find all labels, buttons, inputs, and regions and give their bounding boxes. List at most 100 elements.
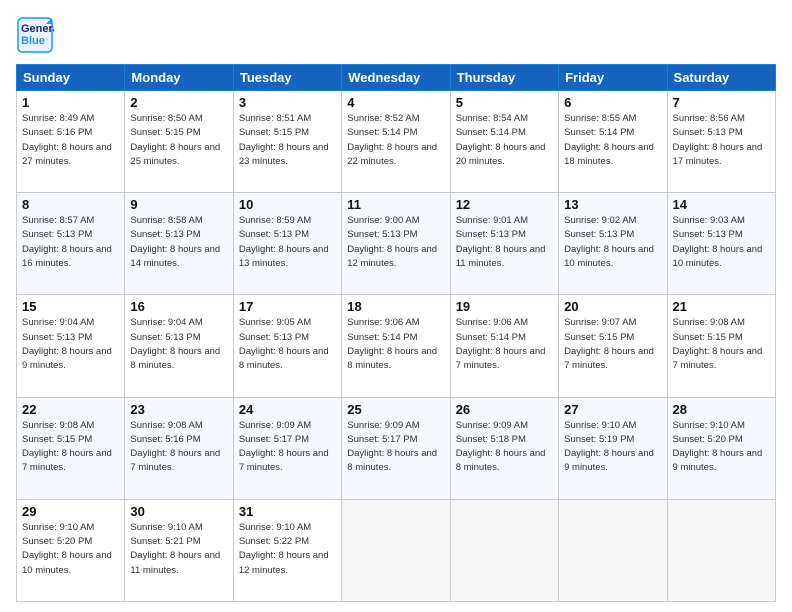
sunrise-label: Sunrise: 9:10 AM <box>673 420 745 431</box>
daylight-label: Daylight: 8 hours and 8 minutes. <box>347 448 437 473</box>
daylight-label: Daylight: 8 hours and 17 minutes. <box>673 142 763 167</box>
sunset-label: Sunset: 5:14 PM <box>347 127 417 138</box>
calendar-cell: 16 Sunrise: 9:04 AM Sunset: 5:13 PM Dayl… <box>125 295 233 397</box>
day-info: Sunrise: 9:10 AM Sunset: 5:22 PM Dayligh… <box>239 521 336 578</box>
sunset-label: Sunset: 5:14 PM <box>347 332 417 343</box>
day-number: 26 <box>456 402 553 417</box>
daylight-label: Daylight: 8 hours and 8 minutes. <box>347 346 437 371</box>
day-info: Sunrise: 8:57 AM Sunset: 5:13 PM Dayligh… <box>22 214 119 271</box>
calendar-cell: 20 Sunrise: 9:07 AM Sunset: 5:15 PM Dayl… <box>559 295 667 397</box>
daylight-label: Daylight: 8 hours and 8 minutes. <box>456 448 546 473</box>
sunrise-label: Sunrise: 9:08 AM <box>673 317 745 328</box>
day-number: 13 <box>564 197 661 212</box>
sunrise-label: Sunrise: 8:59 AM <box>239 215 311 226</box>
sunset-label: Sunset: 5:13 PM <box>130 229 200 240</box>
sunrise-label: Sunrise: 8:55 AM <box>564 113 636 124</box>
sunrise-label: Sunrise: 9:05 AM <box>239 317 311 328</box>
sunrise-label: Sunrise: 8:51 AM <box>239 113 311 124</box>
daylight-label: Daylight: 8 hours and 11 minutes. <box>130 550 220 575</box>
sunrise-label: Sunrise: 9:10 AM <box>130 522 202 533</box>
sunrise-label: Sunrise: 9:09 AM <box>347 420 419 431</box>
day-number: 30 <box>130 504 227 519</box>
day-info: Sunrise: 8:52 AM Sunset: 5:14 PM Dayligh… <box>347 112 444 169</box>
day-number: 27 <box>564 402 661 417</box>
weekday-header: Monday <box>125 65 233 91</box>
sunset-label: Sunset: 5:13 PM <box>673 229 743 240</box>
daylight-label: Daylight: 8 hours and 9 minutes. <box>673 448 763 473</box>
calendar-cell: 28 Sunrise: 9:10 AM Sunset: 5:20 PM Dayl… <box>667 397 775 499</box>
calendar-cell: 1 Sunrise: 8:49 AM Sunset: 5:16 PM Dayli… <box>17 91 125 193</box>
calendar-cell: 8 Sunrise: 8:57 AM Sunset: 5:13 PM Dayli… <box>17 193 125 295</box>
day-number: 25 <box>347 402 444 417</box>
weekday-header: Wednesday <box>342 65 450 91</box>
calendar-cell: 14 Sunrise: 9:03 AM Sunset: 5:13 PM Dayl… <box>667 193 775 295</box>
sunset-label: Sunset: 5:13 PM <box>239 332 309 343</box>
sunset-label: Sunset: 5:13 PM <box>564 229 634 240</box>
day-info: Sunrise: 9:08 AM Sunset: 5:15 PM Dayligh… <box>22 419 119 476</box>
day-number: 31 <box>239 504 336 519</box>
sunrise-label: Sunrise: 8:57 AM <box>22 215 94 226</box>
day-number: 6 <box>564 95 661 110</box>
day-info: Sunrise: 8:51 AM Sunset: 5:15 PM Dayligh… <box>239 112 336 169</box>
calendar-cell: 5 Sunrise: 8:54 AM Sunset: 5:14 PM Dayli… <box>450 91 558 193</box>
day-info: Sunrise: 8:54 AM Sunset: 5:14 PM Dayligh… <box>456 112 553 169</box>
daylight-label: Daylight: 8 hours and 9 minutes. <box>564 448 654 473</box>
page: General Blue SundayMondayTuesdayWednesda… <box>0 0 792 612</box>
sunset-label: Sunset: 5:13 PM <box>239 229 309 240</box>
sunrise-label: Sunrise: 9:09 AM <box>239 420 311 431</box>
sunset-label: Sunset: 5:15 PM <box>564 332 634 343</box>
sunrise-label: Sunrise: 9:10 AM <box>239 522 311 533</box>
sunrise-label: Sunrise: 9:01 AM <box>456 215 528 226</box>
calendar-cell: 31 Sunrise: 9:10 AM Sunset: 5:22 PM Dayl… <box>233 499 341 601</box>
calendar-cell <box>342 499 450 601</box>
sunset-label: Sunset: 5:17 PM <box>239 434 309 445</box>
daylight-label: Daylight: 8 hours and 18 minutes. <box>564 142 654 167</box>
calendar-cell: 4 Sunrise: 8:52 AM Sunset: 5:14 PM Dayli… <box>342 91 450 193</box>
daylight-label: Daylight: 8 hours and 20 minutes. <box>456 142 546 167</box>
sunrise-label: Sunrise: 9:09 AM <box>456 420 528 431</box>
day-number: 20 <box>564 299 661 314</box>
calendar-cell: 19 Sunrise: 9:06 AM Sunset: 5:14 PM Dayl… <box>450 295 558 397</box>
sunrise-label: Sunrise: 9:00 AM <box>347 215 419 226</box>
sunset-label: Sunset: 5:15 PM <box>22 434 92 445</box>
calendar-cell: 18 Sunrise: 9:06 AM Sunset: 5:14 PM Dayl… <box>342 295 450 397</box>
day-number: 10 <box>239 197 336 212</box>
day-info: Sunrise: 9:06 AM Sunset: 5:14 PM Dayligh… <box>456 316 553 373</box>
sunset-label: Sunset: 5:15 PM <box>130 127 200 138</box>
calendar-cell: 26 Sunrise: 9:09 AM Sunset: 5:18 PM Dayl… <box>450 397 558 499</box>
sunrise-label: Sunrise: 8:54 AM <box>456 113 528 124</box>
sunset-label: Sunset: 5:13 PM <box>130 332 200 343</box>
calendar-week-row: 1 Sunrise: 8:49 AM Sunset: 5:16 PM Dayli… <box>17 91 776 193</box>
calendar-week-row: 15 Sunrise: 9:04 AM Sunset: 5:13 PM Dayl… <box>17 295 776 397</box>
calendar-week-row: 22 Sunrise: 9:08 AM Sunset: 5:15 PM Dayl… <box>17 397 776 499</box>
day-number: 24 <box>239 402 336 417</box>
day-number: 29 <box>22 504 119 519</box>
day-info: Sunrise: 9:08 AM Sunset: 5:15 PM Dayligh… <box>673 316 770 373</box>
daylight-label: Daylight: 8 hours and 7 minutes. <box>564 346 654 371</box>
calendar-cell: 10 Sunrise: 8:59 AM Sunset: 5:13 PM Dayl… <box>233 193 341 295</box>
sunrise-label: Sunrise: 9:08 AM <box>22 420 94 431</box>
sunset-label: Sunset: 5:20 PM <box>673 434 743 445</box>
sunset-label: Sunset: 5:19 PM <box>564 434 634 445</box>
calendar-cell <box>450 499 558 601</box>
sunset-label: Sunset: 5:18 PM <box>456 434 526 445</box>
day-info: Sunrise: 9:10 AM Sunset: 5:20 PM Dayligh… <box>22 521 119 578</box>
day-info: Sunrise: 9:00 AM Sunset: 5:13 PM Dayligh… <box>347 214 444 271</box>
day-info: Sunrise: 9:03 AM Sunset: 5:13 PM Dayligh… <box>673 214 770 271</box>
day-info: Sunrise: 9:09 AM Sunset: 5:17 PM Dayligh… <box>239 419 336 476</box>
sunset-label: Sunset: 5:13 PM <box>673 127 743 138</box>
calendar-cell: 27 Sunrise: 9:10 AM Sunset: 5:19 PM Dayl… <box>559 397 667 499</box>
day-number: 9 <box>130 197 227 212</box>
logo: General Blue <box>16 16 54 54</box>
day-number: 16 <box>130 299 227 314</box>
sunset-label: Sunset: 5:14 PM <box>456 332 526 343</box>
sunset-label: Sunset: 5:15 PM <box>239 127 309 138</box>
sunset-label: Sunset: 5:22 PM <box>239 536 309 547</box>
day-number: 17 <box>239 299 336 314</box>
daylight-label: Daylight: 8 hours and 12 minutes. <box>347 244 437 269</box>
day-number: 21 <box>673 299 770 314</box>
daylight-label: Daylight: 8 hours and 10 minutes. <box>22 550 112 575</box>
day-number: 28 <box>673 402 770 417</box>
day-info: Sunrise: 9:08 AM Sunset: 5:16 PM Dayligh… <box>130 419 227 476</box>
weekday-header: Thursday <box>450 65 558 91</box>
